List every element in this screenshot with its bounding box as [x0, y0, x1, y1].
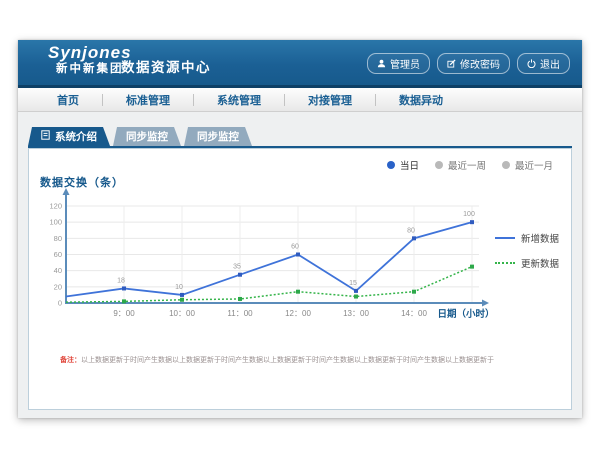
- legend-label: 新增数据: [521, 231, 559, 245]
- note-text: 以上数据更新于时间产生数据以上数据更新于时间产生数据以上数据更新于时间产生数据以…: [81, 357, 494, 364]
- chart-legend: 新增数据 更新数据: [495, 231, 559, 281]
- company-logo: Synjones 新中新集团: [48, 44, 132, 75]
- svg-text:0: 0: [58, 299, 62, 308]
- line-chart: 0 20 40 60 80 100 120 9：00 10：00 11：00 12：00 13：00 1…: [29, 149, 573, 334]
- document-icon: [41, 130, 50, 143]
- logo-text: Synjones: [48, 44, 132, 63]
- solid-line-icon: [495, 237, 515, 239]
- svg-text:100: 100: [49, 218, 62, 227]
- power-icon: [527, 59, 536, 68]
- svg-text:20: 20: [54, 282, 62, 291]
- svg-text:120: 120: [49, 202, 62, 211]
- logo-subtext: 新中新集团: [48, 63, 132, 76]
- svg-text:18: 18: [117, 277, 125, 284]
- svg-text:9：00: 9：00: [113, 309, 135, 318]
- legend-label: 更新数据: [521, 256, 559, 270]
- tab-system-intro[interactable]: 系统介绍: [28, 127, 110, 146]
- page-container: Synjones 新中新集团 数据资源中心 管理员 修改密码 退出: [18, 40, 582, 418]
- change-password-label: 修改密码: [460, 56, 500, 71]
- nav-item-interface-mgmt[interactable]: 对接管理: [285, 92, 375, 108]
- nav-item-home[interactable]: 首页: [34, 92, 102, 108]
- svg-text:10：00: 10：00: [169, 309, 195, 318]
- nav-item-data-change[interactable]: 数据异动: [376, 92, 466, 108]
- svg-text:15: 15: [349, 280, 357, 287]
- logout-label: 退出: [540, 56, 560, 71]
- svg-text:13：00: 13：00: [343, 309, 369, 318]
- svg-text:日期（小时）: 日期（小时）: [437, 308, 494, 320]
- user-icon: [377, 59, 386, 68]
- nav-item-system-mgmt[interactable]: 系统管理: [194, 92, 284, 108]
- tab-label: 系统介绍: [55, 129, 97, 144]
- note-label: 备注：: [60, 357, 81, 364]
- legend-item-new-data: 新增数据: [495, 231, 559, 245]
- header-actions: 管理员 修改密码 退出: [367, 53, 570, 74]
- nav-item-standard-mgmt[interactable]: 标准管理: [103, 92, 193, 108]
- admin-user-button[interactable]: 管理员: [367, 53, 430, 74]
- tab-bar: 系统介绍 同步监控 同步监控: [28, 127, 255, 146]
- svg-text:14：00: 14：00: [401, 309, 427, 318]
- tab-label: 同步监控: [126, 129, 168, 144]
- dotted-line-icon: [495, 262, 515, 264]
- svg-text:80: 80: [54, 234, 62, 243]
- tab-sync-monitor-1[interactable]: 同步监控: [113, 127, 181, 146]
- edit-icon: [447, 59, 456, 68]
- svg-text:100: 100: [463, 211, 475, 218]
- change-password-button[interactable]: 修改密码: [437, 53, 510, 74]
- svg-text:60: 60: [54, 250, 62, 259]
- admin-user-label: 管理员: [390, 56, 420, 71]
- page-title: 数据资源中心: [121, 56, 211, 76]
- svg-text:40: 40: [54, 266, 62, 275]
- svg-text:80: 80: [407, 227, 415, 234]
- legend-item-updated-data: 更新数据: [495, 256, 559, 270]
- footer-note: 备注：以上数据更新于时间产生数据以上数据更新于时间产生数据以上数据更新于时间产生…: [60, 355, 560, 365]
- svg-text:35: 35: [233, 264, 241, 271]
- svg-text:11：00: 11：00: [227, 309, 253, 318]
- logout-button[interactable]: 退出: [517, 53, 570, 74]
- svg-text:10: 10: [175, 284, 183, 291]
- tab-sync-monitor-2[interactable]: 同步监控: [184, 127, 252, 146]
- content-card: 当日 最近一周 最近一月 数据交换（条） 0204060801001209：00…: [28, 148, 572, 410]
- app-header: Synjones 新中新集团 数据资源中心 管理员 修改密码 退出: [18, 40, 582, 85]
- tab-label: 同步监控: [197, 129, 239, 144]
- svg-text:60: 60: [291, 244, 299, 251]
- svg-text:12：00: 12：00: [285, 309, 311, 318]
- main-nav: 首页 标准管理 系统管理 对接管理 数据异动: [18, 88, 582, 112]
